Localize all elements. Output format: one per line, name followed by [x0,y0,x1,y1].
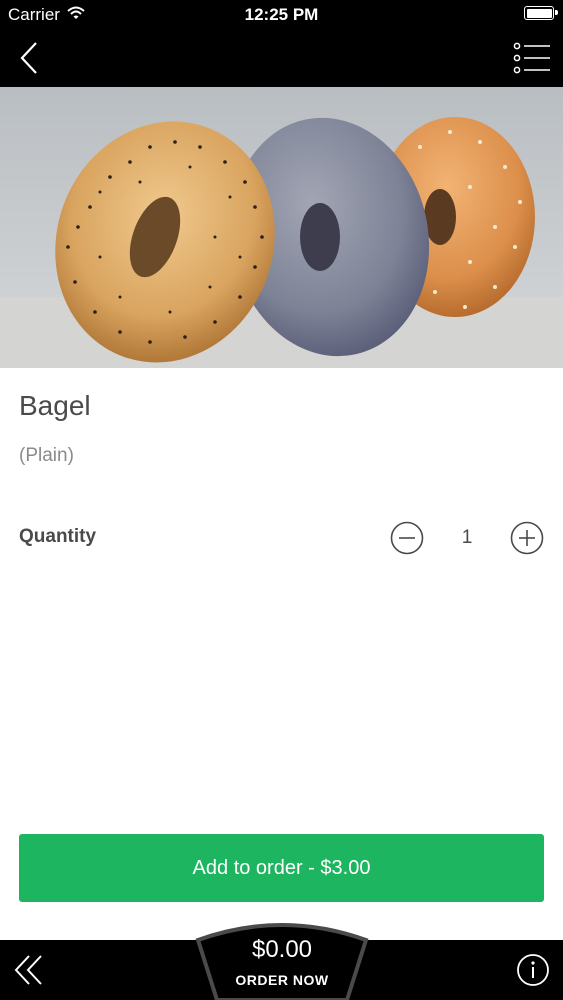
decrement-button[interactable] [390,521,424,555]
product-title: Bagel [19,390,91,421]
order-total: $0.00 [251,936,313,963]
bottom-back-button[interactable] [12,952,48,988]
increment-button[interactable] [510,521,544,555]
info-button[interactable] [515,952,551,988]
status-bar: Carrier 12:25 PM [0,0,563,28]
battery-icon [524,6,558,20]
product-image [0,87,563,368]
quantity-value: 1 [461,527,473,548]
info-circle-icon [517,954,549,986]
back-button[interactable] [14,40,48,76]
menu-button[interactable] [513,42,551,74]
product-variant: (Plain) [19,445,74,466]
order-now-label: ORDER NOW [235,972,329,988]
order-now-button[interactable]: $0.00 ORDER NOW [195,916,369,1000]
chevron-left-icon [20,42,37,74]
plus-circle-icon [510,521,544,555]
status-time: 12:25 PM [244,5,319,24]
double-chevron-left-icon [14,955,42,985]
add-to-order-button[interactable]: Add to order - $3.00 [19,834,544,902]
minus-circle-icon [390,521,424,555]
quantity-label: Quantity [19,526,97,547]
add-to-order-label: Add to order - $3.00 [192,856,371,879]
list-menu-icon [513,42,550,74]
nav-bar [0,28,563,87]
